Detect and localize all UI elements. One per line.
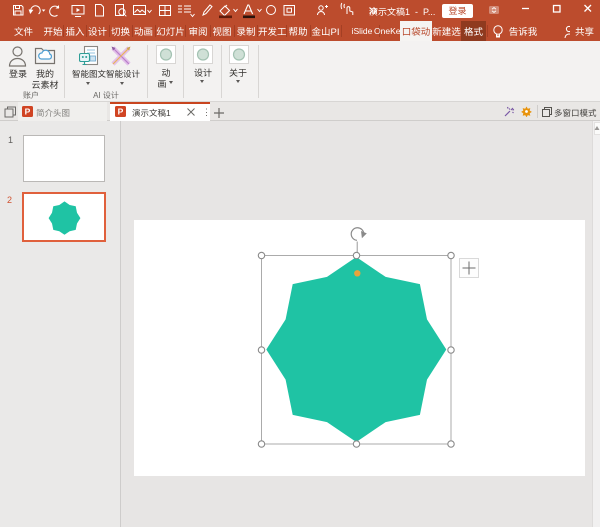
svg-text:P: P bbox=[25, 106, 31, 116]
svg-text:P: P bbox=[118, 106, 124, 116]
